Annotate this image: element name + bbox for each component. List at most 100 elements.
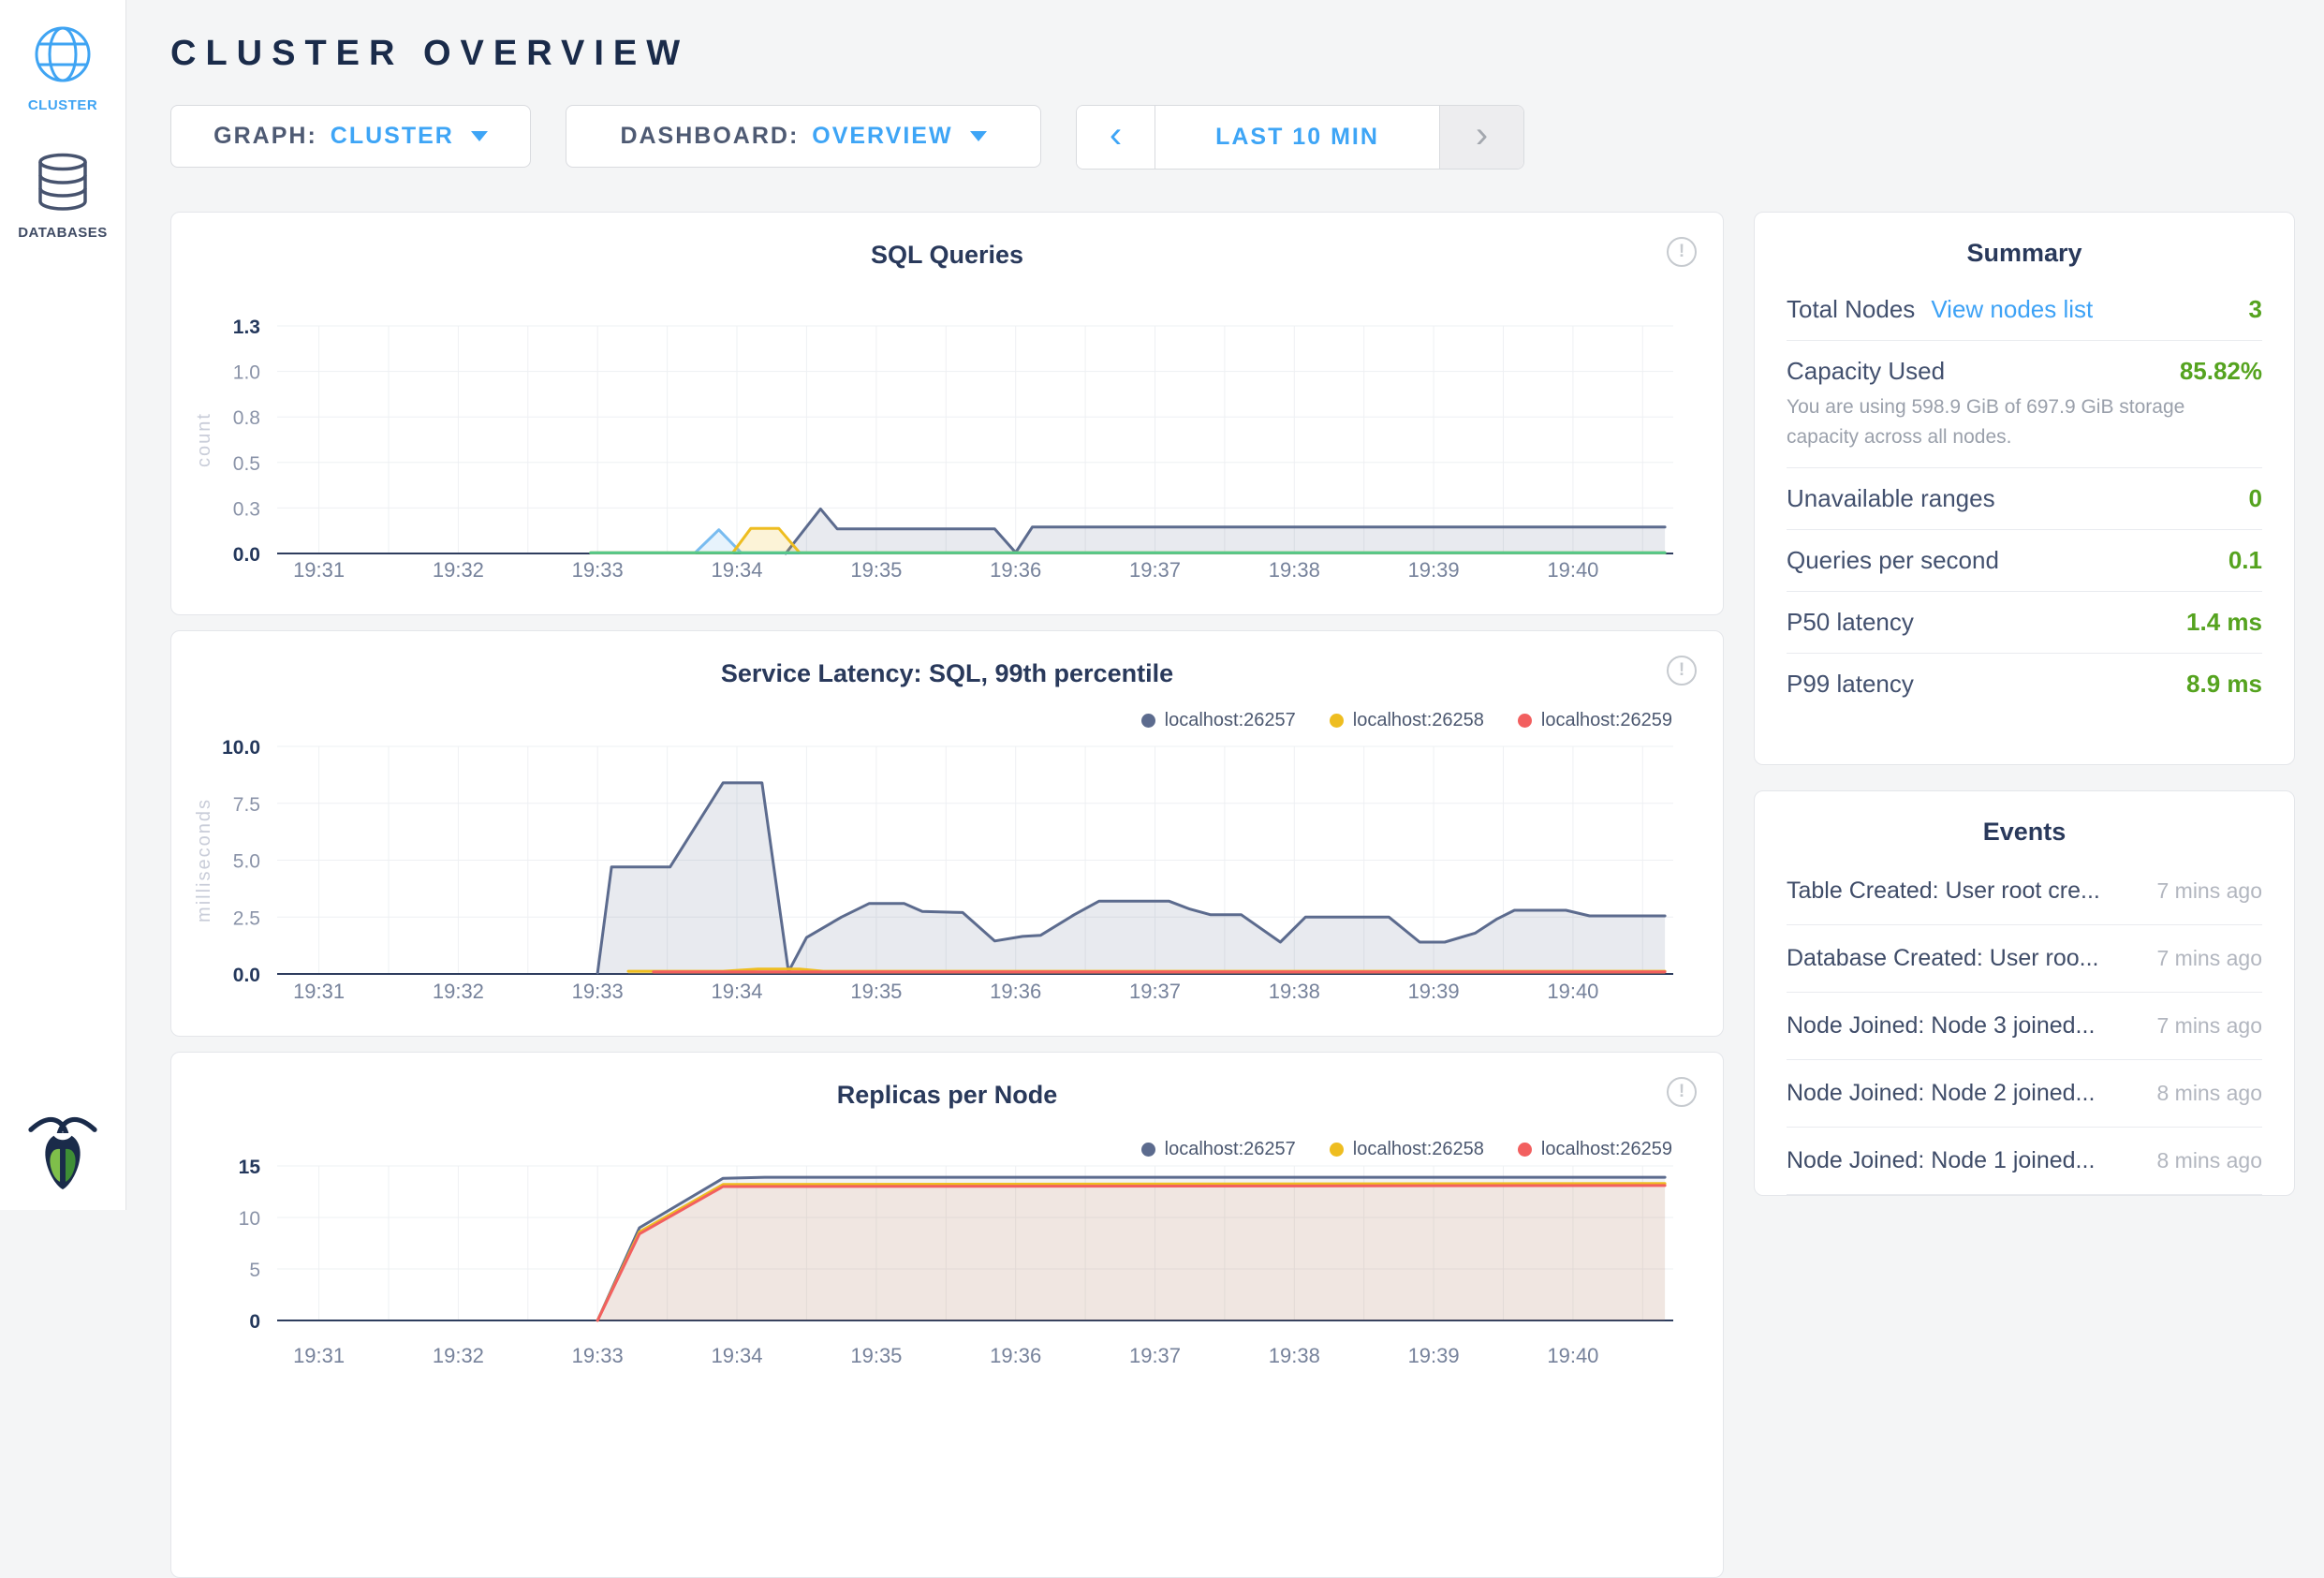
summary-row-main: P99 latency 8.9 ms	[1787, 670, 2262, 699]
svg-text:19:32: 19:32	[433, 1344, 484, 1367]
event-row: Table Created: User root cre...7 mins ag…	[1787, 858, 2262, 925]
graph-dropdown-label: GRAPH:	[213, 123, 317, 150]
summary-row-subtext: You are using 598.9 GiB of 697.9 GiB sto…	[1787, 392, 2199, 451]
summary-row-value: 3	[2249, 295, 2262, 324]
globe-icon	[33, 24, 93, 89]
events-panel: Events Table Created: User root cre...7 …	[1754, 790, 2295, 1196]
chart-plot-replicas-per-node: 05101519:3119:3219:3319:3419:3519:3619:3…	[171, 1053, 1723, 1577]
sidebar-item-databases[interactable]: DATABASES	[0, 153, 125, 241]
summary-row-value: 0	[2249, 484, 2262, 513]
svg-text:19:36: 19:36	[990, 980, 1041, 1003]
svg-text:19:32: 19:32	[433, 558, 484, 582]
svg-text:19:37: 19:37	[1129, 558, 1181, 582]
event-text: Node Joined: Node 3 joined...	[1787, 1012, 2095, 1040]
svg-text:19:38: 19:38	[1269, 558, 1320, 582]
view-nodes-link[interactable]: View nodes list	[1931, 295, 2093, 324]
right-column: Summary Total Nodes View nodes list 3 Capac…	[1754, 212, 2295, 1578]
event-time: 7 mins ago	[2140, 1013, 2262, 1039]
event-row: Node Joined: Node 2 joined...8 mins ago	[1787, 1060, 2262, 1128]
summary-row-label: P99 latency	[1787, 670, 1914, 699]
main-content: CLUSTER OVERVIEW GRAPH: CLUSTER DASHBOAR…	[126, 0, 2324, 1210]
summary-row: Queries per second 0.1	[1787, 529, 2262, 591]
svg-text:19:37: 19:37	[1129, 980, 1181, 1003]
svg-text:count: count	[194, 412, 214, 467]
dashboard-dropdown-label: DASHBOARD:	[620, 123, 799, 150]
chart-card-service-latency: Service Latency: SQL, 99th percentile!lo…	[170, 630, 1724, 1037]
cockroachdb-logo[interactable]	[28, 1112, 97, 1197]
sidebar-item-label: DATABASES	[18, 225, 108, 241]
svg-text:19:38: 19:38	[1269, 980, 1320, 1003]
svg-text:5.0: 5.0	[233, 851, 260, 873]
summary-row-label: Queries per second	[1787, 546, 1999, 575]
summary-row-value: 8.9 ms	[2186, 670, 2262, 699]
event-text: Table Created: User root cre...	[1787, 877, 2100, 905]
dashboard-dropdown-value: OVERVIEW	[812, 123, 952, 150]
time-range-selector: ‹ LAST 10 MIN ›	[1076, 105, 1524, 170]
svg-text:2.5: 2.5	[233, 907, 260, 929]
svg-text:19:40: 19:40	[1547, 1344, 1598, 1367]
event-time: 7 mins ago	[2140, 946, 2262, 971]
databases-icon	[37, 153, 89, 216]
time-prev-button[interactable]: ‹	[1077, 106, 1155, 169]
summary-row: Unavailable ranges 0	[1787, 467, 2262, 529]
chevron-down-icon	[970, 131, 987, 141]
svg-text:0.3: 0.3	[233, 498, 260, 520]
event-text: Node Joined: Node 1 joined...	[1787, 1147, 2095, 1174]
graph-dropdown-value: CLUSTER	[331, 123, 454, 150]
summary-row-main: Unavailable ranges 0	[1787, 484, 2262, 513]
svg-text:0.5: 0.5	[233, 453, 260, 475]
svg-text:1.3: 1.3	[233, 317, 260, 338]
svg-text:19:39: 19:39	[1408, 1344, 1460, 1367]
graph-dropdown[interactable]: GRAPH: CLUSTER	[170, 105, 531, 168]
summary-row: P99 latency 8.9 ms	[1787, 653, 2262, 715]
charts-column: SQL Queries!0.00.30.50.81.01.319:3119:32…	[170, 212, 1724, 1578]
chart-plot-service-latency: 0.02.55.07.510.019:3119:3219:3319:3419:3…	[171, 631, 1723, 1036]
svg-text:15: 15	[239, 1157, 261, 1178]
summary-row-value: 0.1	[2228, 546, 2262, 575]
chart-plot-sql-queries: 0.00.30.50.81.01.319:3119:3219:3319:3419…	[171, 213, 1723, 614]
svg-text:0: 0	[249, 1311, 260, 1333]
summary-panel: Summary Total Nodes View nodes list 3 Capac…	[1754, 212, 2295, 765]
svg-text:19:35: 19:35	[850, 558, 902, 582]
svg-text:19:34: 19:34	[711, 558, 762, 582]
svg-text:0.0: 0.0	[233, 965, 260, 986]
svg-text:19:38: 19:38	[1269, 1344, 1320, 1367]
svg-text:19:39: 19:39	[1408, 558, 1460, 582]
svg-text:milliseconds: milliseconds	[194, 798, 214, 922]
svg-text:0.0: 0.0	[233, 544, 260, 566]
svg-text:0.8: 0.8	[233, 407, 260, 429]
chart-card-replicas-per-node: Replicas per Node!localhost:26257localho…	[170, 1052, 1724, 1578]
time-range-label[interactable]: LAST 10 MIN	[1155, 106, 1439, 169]
svg-text:19:35: 19:35	[850, 1344, 902, 1367]
summary-row-main: P50 latency 1.4 ms	[1787, 608, 2262, 637]
summary-row-label: P50 latency	[1787, 608, 1914, 637]
svg-text:7.5: 7.5	[233, 794, 260, 816]
dashboard-dropdown[interactable]: DASHBOARD: OVERVIEW	[566, 105, 1041, 168]
summary-row-main: Queries per second 0.1	[1787, 546, 2262, 575]
svg-text:19:33: 19:33	[572, 1344, 624, 1367]
event-row: Node Joined: Node 3 joined... 7 mins ago	[1787, 993, 2262, 1060]
event-time: 8 mins ago	[2140, 1148, 2262, 1173]
svg-text:10: 10	[239, 1208, 260, 1230]
svg-text:10.0: 10.0	[222, 737, 260, 759]
sidebar-item-cluster[interactable]: CLUSTER	[0, 24, 125, 113]
sidebar: CLUSTER DATABASES	[0, 0, 126, 1210]
event-row: Node Joined: Node 1 joined... 8 mins ago	[1787, 1128, 2262, 1195]
summary-title: Summary	[1787, 239, 2262, 268]
page-title: CLUSTER OVERVIEW	[170, 34, 2296, 74]
event-text: Node Joined: Node 2 joined...	[1787, 1080, 2095, 1107]
svg-text:19:36: 19:36	[990, 1344, 1041, 1367]
svg-text:19:33: 19:33	[572, 558, 624, 582]
summary-row-label: Total Nodes	[1787, 295, 1915, 324]
event-text: Database Created: User roo...	[1787, 945, 2099, 972]
time-next-button[interactable]: ›	[1439, 106, 1523, 169]
summary-row-label: Unavailable ranges	[1787, 484, 1995, 513]
svg-text:19:40: 19:40	[1547, 558, 1598, 582]
sidebar-item-label: CLUSTER	[28, 97, 97, 113]
summary-row-value: 1.4 ms	[2186, 608, 2262, 637]
svg-text:19:31: 19:31	[293, 1344, 345, 1367]
chart-card-sql-queries: SQL Queries!0.00.30.50.81.01.319:3119:32…	[170, 212, 1724, 615]
svg-text:5: 5	[249, 1260, 260, 1281]
summary-row: Capacity Used85.82%You are using 598.9 G…	[1787, 340, 2262, 467]
svg-text:19:34: 19:34	[711, 980, 762, 1003]
